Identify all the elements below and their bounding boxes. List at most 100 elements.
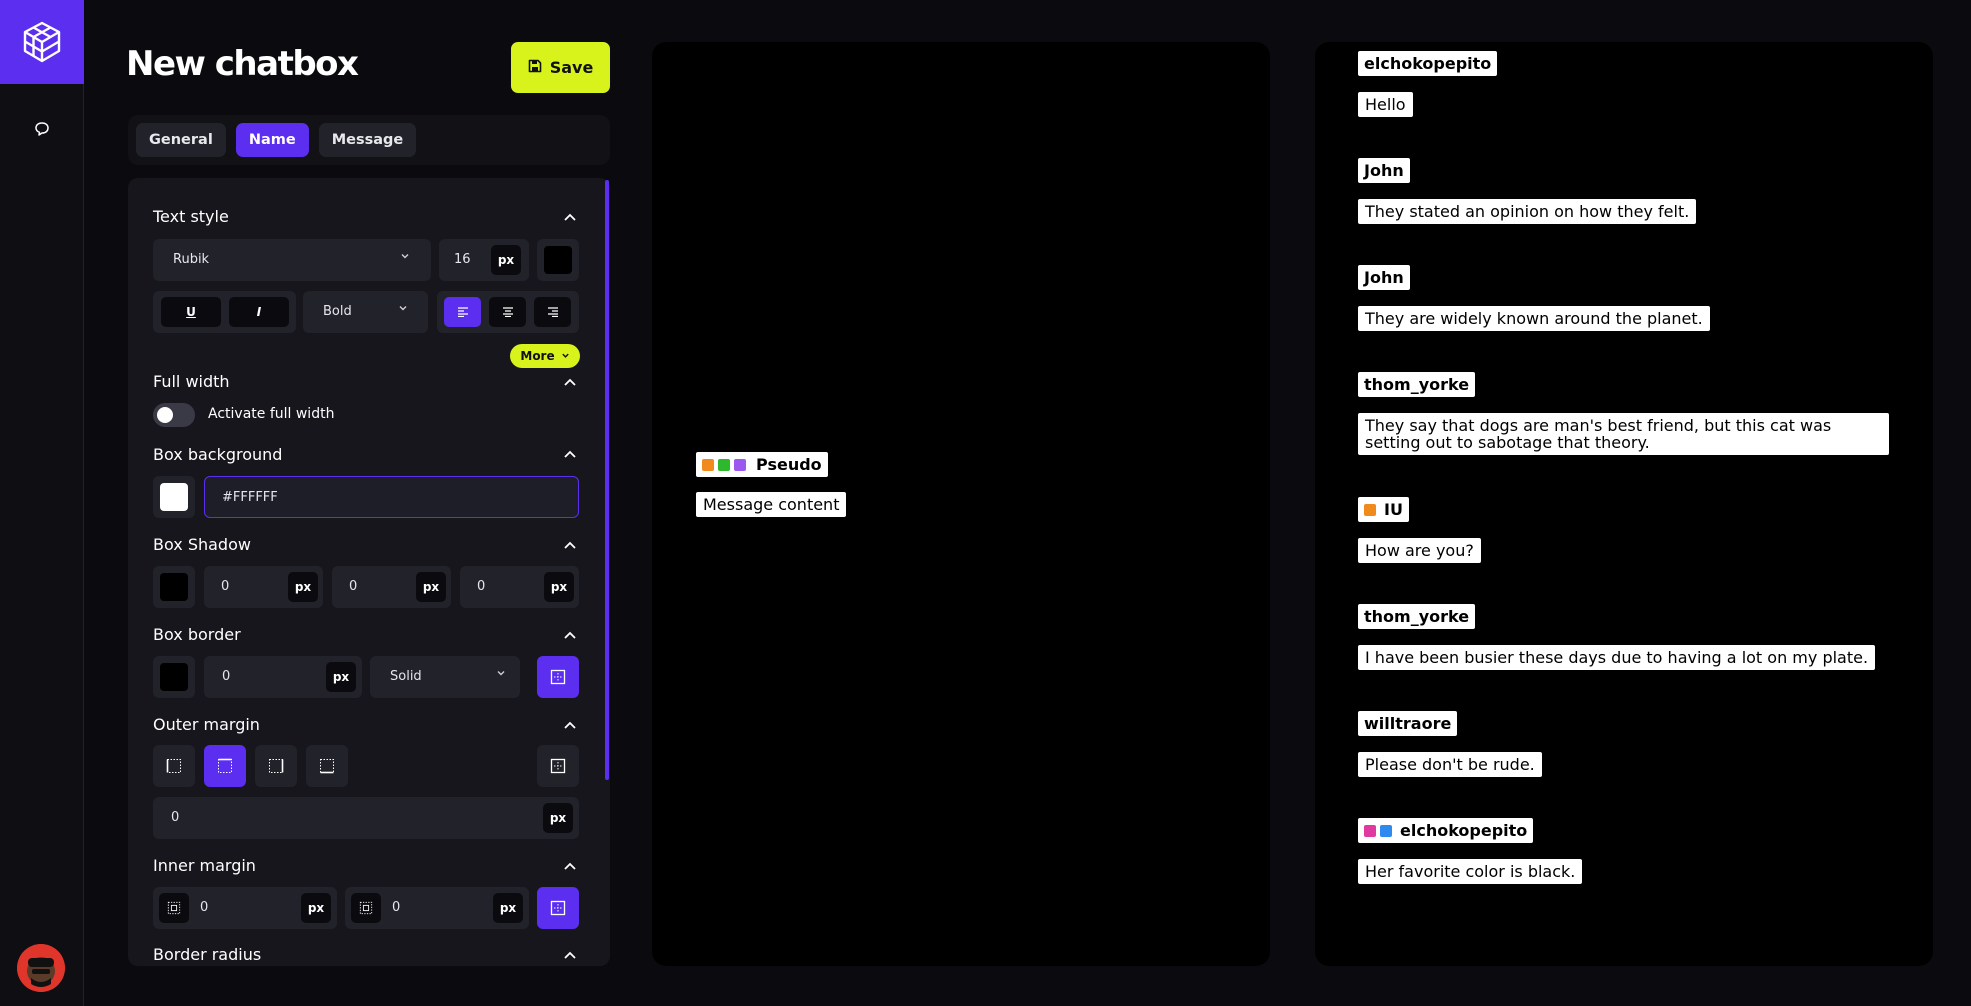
chat-message: Hello [1358,92,1413,117]
chat-username: willtraore [1358,711,1458,736]
full-width-label: Activate full width [208,406,335,422]
text-style-title: Text style [153,207,229,226]
font-select[interactable]: Rubik [153,239,431,281]
preview-username-text: Pseudo [756,455,822,474]
shadow-y-input[interactable]: 0 px [332,566,451,608]
margin-all-sides-icon[interactable] [537,745,579,787]
user-avatar[interactable] [17,944,65,992]
font-value: Rubik [173,252,210,267]
background-color-input[interactable]: #FFFFFF [204,476,579,518]
chevron-up-icon[interactable] [563,447,577,461]
purple-badge-icon [734,458,746,471]
save-label: Save [549,58,594,77]
inner-margin-title: Inner margin [153,856,256,875]
text-align-group [437,291,579,333]
chevron-up-icon[interactable] [563,210,577,224]
underline-button[interactable]: U [161,297,221,327]
preview-username: Pseudo [696,452,828,477]
align-left-icon[interactable] [444,297,481,327]
orange-badge-icon [1364,503,1376,516]
panel-scrollbar[interactable] [605,180,609,780]
padding-vertical-icon [351,893,381,923]
border-color-picker[interactable] [153,656,195,698]
chat-message: How are you? [1358,538,1481,563]
chevron-up-icon[interactable] [563,628,577,642]
chat-username: thom_yorke [1358,372,1476,397]
border-all-sides-icon[interactable] [537,656,579,698]
shadow-x-value: 0 [221,579,230,594]
inner-margin-vertical-value: 0 [392,900,401,915]
padding-all-sides-icon[interactable] [537,887,579,929]
chevron-up-icon[interactable] [563,948,577,962]
margin-top-icon[interactable] [204,745,246,787]
chat-message: Please don't be rude. [1358,752,1542,777]
shadow-x-input[interactable]: 0 px [204,566,323,608]
box-background-title: Box background [153,445,283,464]
shadow-color-picker[interactable] [153,566,195,608]
margin-bottom-icon[interactable] [306,745,348,787]
chevron-up-icon[interactable] [563,538,577,552]
chat-username-text: IU [1384,500,1403,519]
align-center-icon[interactable] [489,297,526,327]
save-icon [528,58,542,77]
chat-username: thom_yorke [1358,604,1476,629]
tab-message[interactable]: Message [318,123,417,157]
chat-username: elchokopepito [1358,51,1498,76]
blue-badge-icon [1380,824,1392,837]
italic-label: I [256,305,262,319]
margin-right-icon[interactable] [255,745,297,787]
full-width-toggle[interactable] [153,403,195,427]
text-decoration-group: U I [153,291,296,333]
margin-left-icon[interactable] [153,745,195,787]
chat-username-text: elchokopepito [1400,821,1528,840]
inner-margin-vertical-input[interactable]: 0 px [345,887,529,929]
align-right-icon[interactable] [534,297,571,327]
italic-button[interactable]: I [229,297,289,327]
chat-message: Her favorite color is black. [1358,859,1583,884]
chat-bubble-icon[interactable] [28,115,56,143]
full-width-title: Full width [153,372,230,391]
font-size-input[interactable]: 16 px [439,239,529,281]
text-color-picker[interactable] [537,239,579,281]
cube-logo-icon[interactable] [0,0,84,84]
box-border-title: Box border [153,625,241,644]
color-swatch [160,483,188,511]
inner-margin-horizontal-input[interactable]: 0 px [153,887,337,929]
outer-margin-title: Outer margin [153,715,260,734]
border-style-select[interactable]: Solid [370,656,520,698]
chat-message: They stated an opinion on how they felt. [1358,199,1697,224]
more-label: More [520,349,555,363]
inner-margin-horizontal-value: 0 [200,900,209,915]
unit-label: px [491,245,521,275]
tab-name[interactable]: Name [235,123,309,157]
unit-label: px [288,572,318,602]
border-radius-title: Border radius [153,945,262,964]
font-size-value: 16 [454,252,471,267]
chevron-down-icon [398,303,408,316]
preview-message: Message content [696,492,847,517]
background-color-picker[interactable] [153,476,195,518]
unit-label: px [493,893,523,923]
save-button[interactable]: Save [511,42,610,93]
chat-username: John [1358,158,1410,183]
chevron-up-icon[interactable] [563,718,577,732]
color-swatch [544,246,572,274]
chevron-up-icon[interactable] [563,375,577,389]
font-weight-value: Bold [323,304,352,319]
font-weight-select[interactable]: Bold [303,291,428,333]
more-button[interactable]: More [510,344,580,368]
shadow-blur-input[interactable]: 0 px [460,566,579,608]
chevron-up-icon[interactable] [563,859,577,873]
toggle-knob [157,407,173,423]
chat-username: John [1358,265,1410,290]
chevron-down-icon [561,349,570,363]
border-style-value: Solid [390,669,422,684]
outer-margin-input[interactable]: 0 px [153,797,579,839]
chat-message: They say that dogs are man's best friend… [1358,413,1889,455]
pink-badge-icon [1364,824,1376,837]
unit-label: px [301,893,331,923]
unit-label: px [416,572,446,602]
tab-bar: General Name Message [128,115,610,165]
border-width-input[interactable]: 0 px [204,656,362,698]
tab-general[interactable]: General [136,123,226,157]
